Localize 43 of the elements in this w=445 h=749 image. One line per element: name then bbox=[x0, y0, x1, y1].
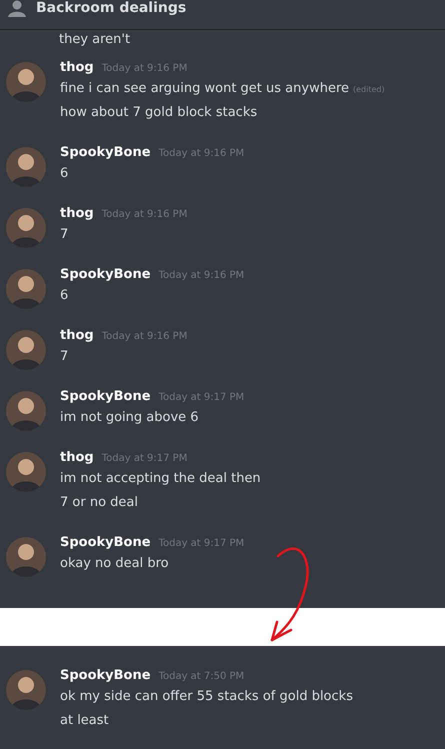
username[interactable]: SpookyBone bbox=[60, 267, 151, 282]
timestamp: Today at 9:17 PM bbox=[158, 392, 244, 403]
message-text: 7 bbox=[60, 227, 68, 242]
message-text: 6 bbox=[60, 288, 68, 303]
person-icon bbox=[8, 0, 26, 17]
username[interactable]: SpookyBone bbox=[60, 535, 151, 550]
avatar bbox=[6, 62, 46, 102]
timestamp: Today at 7:50 PM bbox=[158, 671, 244, 682]
message-text: ok my side can offer 55 stacks of gold blocks bbox=[60, 689, 353, 704]
message-text: 7 bbox=[60, 349, 68, 364]
username[interactable]: thog bbox=[60, 450, 94, 465]
username[interactable]: thog bbox=[60, 60, 94, 75]
avatar bbox=[6, 208, 46, 248]
timestamp: Today at 9:17 PM bbox=[102, 453, 188, 464]
timestamp: Today at 9:16 PM bbox=[158, 148, 244, 159]
message-text: okay no deal bro bbox=[60, 556, 169, 571]
message-text: they aren't bbox=[59, 33, 130, 46]
message-text: im not going above 6 bbox=[60, 410, 199, 425]
username[interactable]: SpookyBone bbox=[60, 389, 151, 404]
message-text: 6 bbox=[60, 166, 68, 181]
username[interactable]: SpookyBone bbox=[60, 145, 151, 160]
message-text: im not accepting the deal then bbox=[60, 471, 261, 486]
timestamp: Today at 9:16 PM bbox=[102, 63, 188, 74]
channel-title: Backroom dealings bbox=[36, 0, 186, 16]
edited-label: (edited) bbox=[353, 85, 385, 94]
message-text: 7 or no deal bbox=[60, 495, 138, 510]
timestamp: Today at 9:17 PM bbox=[158, 538, 244, 549]
avatar bbox=[6, 147, 46, 187]
username[interactable]: thog bbox=[60, 206, 94, 221]
message-text: at least bbox=[60, 713, 109, 728]
message-text: how about 7 gold block stacks bbox=[60, 105, 258, 120]
avatar bbox=[6, 452, 46, 492]
username[interactable]: SpookyBone bbox=[60, 668, 151, 683]
timestamp: Today at 9:16 PM bbox=[102, 331, 188, 342]
avatar bbox=[6, 391, 46, 431]
avatar bbox=[6, 330, 46, 370]
timestamp: Today at 9:16 PM bbox=[158, 270, 244, 281]
avatar bbox=[6, 537, 46, 577]
avatar bbox=[6, 269, 46, 309]
avatar bbox=[6, 670, 46, 710]
message-text: fine i can see arguing wont get us anywhere bbox=[60, 81, 350, 96]
timestamp: Today at 9:16 PM bbox=[102, 209, 188, 220]
username[interactable]: thog bbox=[60, 328, 94, 343]
